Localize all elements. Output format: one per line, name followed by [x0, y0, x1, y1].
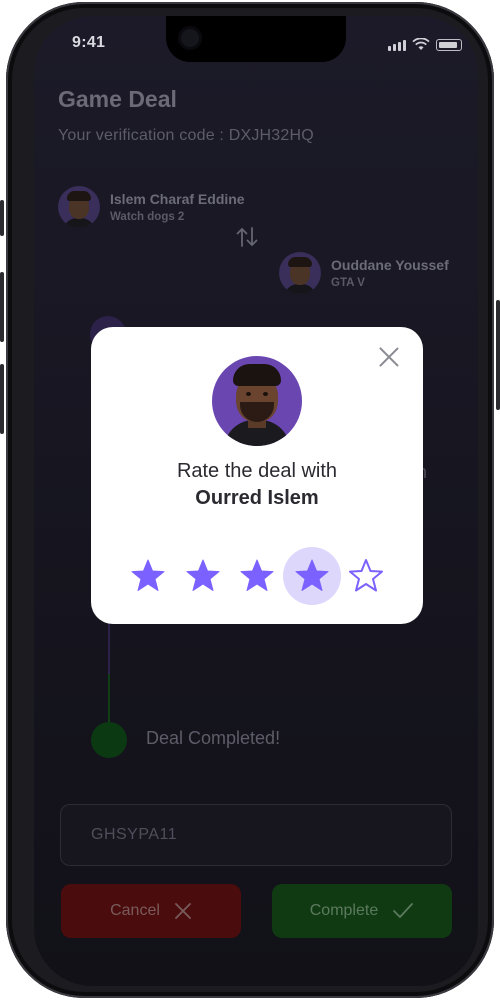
- star-icon: [295, 559, 328, 591]
- star-1[interactable]: [119, 547, 177, 605]
- phone-frame: 9:41 Game Deal Your verification code : …: [6, 2, 494, 998]
- avatar: [212, 356, 302, 446]
- star-rating: [119, 547, 395, 605]
- star-icon: [131, 559, 165, 591]
- phone-volume-up: [0, 272, 4, 342]
- star-icon: [240, 559, 274, 591]
- star-icon: [349, 559, 383, 592]
- rating-user-name: Ourred Islem: [195, 487, 319, 509]
- phone-power-button: [496, 300, 500, 410]
- star-5[interactable]: [337, 547, 395, 605]
- star-2[interactable]: [174, 547, 232, 605]
- phone-volume-down: [0, 364, 4, 434]
- star-3[interactable]: [228, 547, 286, 605]
- close-icon[interactable]: [375, 343, 403, 371]
- star-4[interactable]: [282, 547, 341, 605]
- rating-prompt: Rate the deal with: [176, 460, 338, 482]
- star-icon: [186, 559, 219, 591]
- rating-dialog: Rate the deal with Ourred Islem: [91, 327, 423, 624]
- phone-screen: 9:41 Game Deal Your verification code : …: [34, 16, 478, 986]
- phone-silent-switch: [0, 200, 4, 236]
